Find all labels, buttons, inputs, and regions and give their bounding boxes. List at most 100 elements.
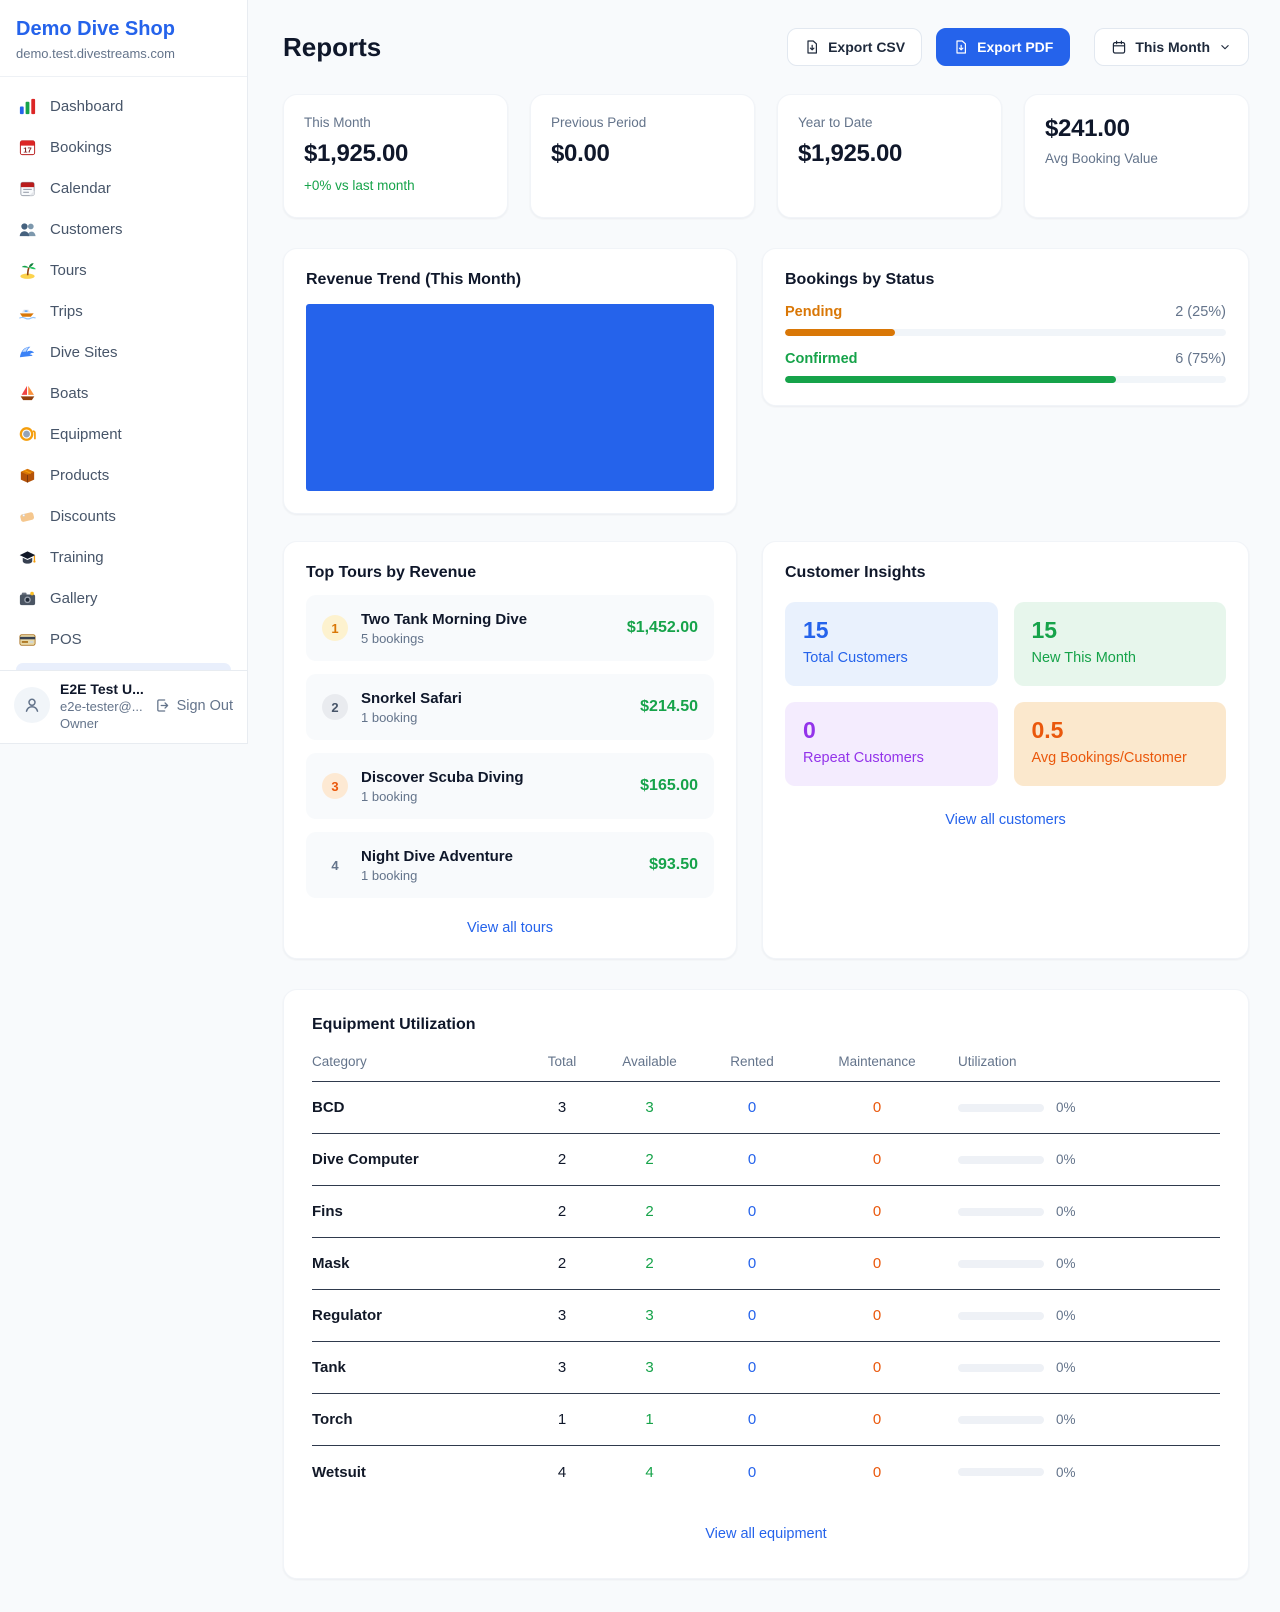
stat-value: $1,925.00 <box>304 140 487 168</box>
user-name: E2E Test U... <box>60 681 144 697</box>
sidebar-active-item-partial[interactable] <box>16 663 231 670</box>
tour-name: Night Dive Adventure <box>361 848 513 865</box>
rented-value: 0 <box>692 1307 812 1324</box>
sidebar-item-trips[interactable]: Trips <box>8 292 239 331</box>
equipment-category: Tank <box>312 1359 517 1376</box>
sign-out-icon <box>154 697 171 714</box>
stat-value: $1,925.00 <box>798 140 981 168</box>
sidebar-item-dive-sites[interactable]: Dive Sites <box>8 333 239 372</box>
col-maintenance: Maintenance <box>812 1054 942 1069</box>
sidebar-item-label: Dive Sites <box>50 344 118 361</box>
rank-badge: 1 <box>322 615 348 641</box>
shop-name: Demo Dive Shop <box>16 17 231 41</box>
tour-name: Two Tank Morning Dive <box>361 611 527 628</box>
stat-card-year-to-date: Year to Date $1,925.00 <box>777 94 1002 218</box>
export-pdf-button[interactable]: Export PDF <box>936 28 1070 66</box>
sidebar-item-label: Customers <box>50 221 123 238</box>
export-csv-button[interactable]: Export CSV <box>787 28 922 66</box>
sidebar-item-dashboard[interactable]: Dashboard <box>8 87 239 126</box>
stat-card-this-month: This Month $1,925.00 +0% vs last month <box>283 94 508 218</box>
view-all-customers-link[interactable]: View all customers <box>785 812 1226 828</box>
sidebar-item-gallery[interactable]: Gallery <box>8 579 239 618</box>
tile-value: 0 <box>803 717 980 744</box>
page: Demo Dive Shop demo.test.divestreams.com… <box>0 0 1280 1612</box>
sidebar-item-boats[interactable]: Boats <box>8 374 239 413</box>
sidebar-item-label: Boats <box>50 385 88 402</box>
view-all-equipment-link[interactable]: View all equipment <box>312 1526 1220 1542</box>
bookings-by-status-title: Bookings by Status <box>785 271 1226 289</box>
period-select[interactable]: This Month <box>1094 28 1249 66</box>
tours-insights-row: Top Tours by Revenue 1 Two Tank Morning … <box>283 541 1249 959</box>
utilization-percent: 0% <box>1056 1204 1076 1219</box>
view-all-tours-link[interactable]: View all tours <box>306 920 714 936</box>
tile-value: 15 <box>1032 617 1209 644</box>
sidebar-item-label: Dashboard <box>50 98 123 115</box>
top-tours-title: Top Tours by Revenue <box>306 564 714 582</box>
file-download-icon <box>804 39 820 55</box>
export-pdf-label: Export PDF <box>977 39 1053 55</box>
sidebar-item-tours[interactable]: Tours <box>8 251 239 290</box>
main-content: Reports Export CSV Export PDF This Month <box>248 0 1280 1612</box>
speedboat-icon <box>18 302 37 321</box>
maintenance-value: 0 <box>812 1464 942 1481</box>
sidebar-nav: Dashboard 17 Bookings Calendar Customers… <box>0 77 247 659</box>
sidebar-item-label: Products <box>50 467 109 484</box>
sidebar-item-discounts[interactable]: Discounts <box>8 497 239 536</box>
total-value: 3 <box>517 1099 607 1116</box>
table-row: Dive Computer 2 2 0 0 0% <box>312 1134 1220 1186</box>
table-row: BCD 3 3 0 0 0% <box>312 1082 1220 1134</box>
utilization-cell: 0% <box>942 1412 1220 1427</box>
person-icon <box>22 695 42 715</box>
status-progress-fill <box>785 376 1116 383</box>
tile-value: 15 <box>803 617 980 644</box>
sidebar-item-label: Bookings <box>50 139 112 156</box>
equipment-category: Mask <box>312 1255 517 1272</box>
total-value: 2 <box>517 1203 607 1220</box>
utilization-percent: 0% <box>1056 1412 1076 1427</box>
tour-bookings: 1 booking <box>361 868 513 883</box>
sidebar-item-calendar[interactable]: Calendar <box>8 169 239 208</box>
sidebar-item-label: Equipment <box>50 426 122 443</box>
sidebar-item-customers[interactable]: Customers <box>8 210 239 249</box>
sidebar-item-equipment[interactable]: Equipment <box>8 415 239 454</box>
total-value: 4 <box>517 1464 607 1481</box>
page-header: Reports Export CSV Export PDF This Month <box>283 28 1249 66</box>
sign-out-button[interactable]: Sign Out <box>154 697 233 714</box>
status-label: Confirmed <box>785 351 858 367</box>
utilization-cell: 0% <box>942 1308 1220 1323</box>
rented-value: 0 <box>692 1464 812 1481</box>
sidebar-item-bookings[interactable]: 17 Bookings <box>8 128 239 167</box>
status-row-confirmed: Confirmed 6 (75%) <box>785 351 1226 383</box>
tour-amount: $93.50 <box>649 856 698 874</box>
utilization-percent: 0% <box>1056 1308 1076 1323</box>
available-value: 1 <box>607 1411 692 1428</box>
sidebar-item-pos[interactable]: POS <box>8 620 239 659</box>
sidebar-item-training[interactable]: Training <box>8 538 239 577</box>
available-value: 3 <box>607 1099 692 1116</box>
insight-tiles: 15 Total Customers 15 New This Month 0 R… <box>785 602 1226 786</box>
table-row: Mask 2 2 0 0 0% <box>312 1238 1220 1290</box>
tour-name: Discover Scuba Diving <box>361 769 524 786</box>
tag-icon <box>18 507 37 526</box>
rented-value: 0 <box>692 1255 812 1272</box>
utilization-cell: 0% <box>942 1360 1220 1375</box>
page-title: Reports <box>283 32 381 63</box>
equipment-category: Wetsuit <box>312 1464 517 1481</box>
bar-chart-icon <box>18 97 37 116</box>
dive-mask-icon <box>18 425 37 444</box>
sidebar-item-label: Training <box>50 549 104 566</box>
sidebar: Demo Dive Shop demo.test.divestreams.com… <box>0 0 248 744</box>
col-category: Category <box>312 1054 517 1069</box>
available-value: 3 <box>607 1359 692 1376</box>
available-value: 2 <box>607 1151 692 1168</box>
sidebar-item-label: Trips <box>50 303 83 320</box>
file-download-icon <box>953 39 969 55</box>
revenue-trend-title: Revenue Trend (This Month) <box>306 271 714 289</box>
utilization-percent: 0% <box>1056 1360 1076 1375</box>
tear-off-calendar-icon <box>18 179 37 198</box>
sidebar-header: Demo Dive Shop demo.test.divestreams.com <box>0 0 247 77</box>
equipment-category: Fins <box>312 1203 517 1220</box>
island-icon <box>18 261 37 280</box>
sidebar-item-products[interactable]: Products <box>8 456 239 495</box>
stat-label: Avg Booking Value <box>1045 151 1228 166</box>
